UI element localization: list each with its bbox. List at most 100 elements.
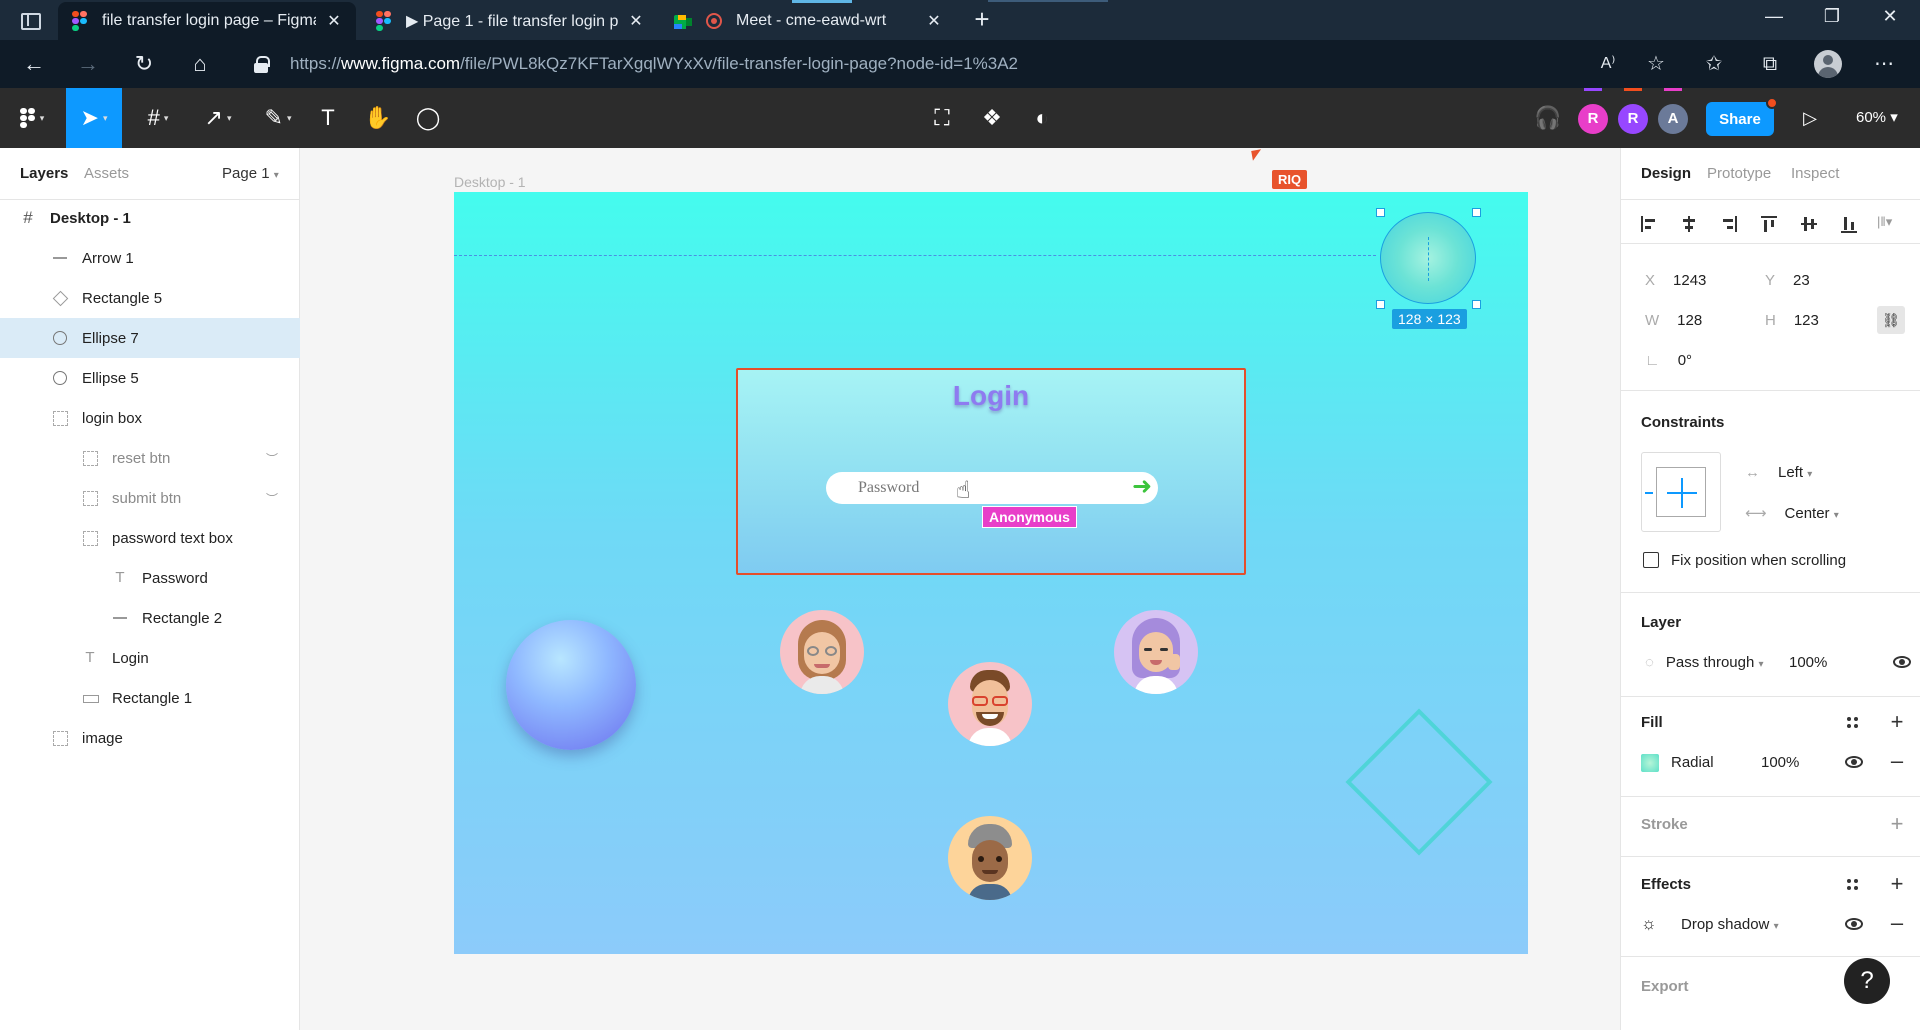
hidden-eye-icon[interactable]: ︶ [266, 490, 284, 506]
effect-visibility-eye-icon[interactable] [1845, 918, 1863, 930]
tab-assets[interactable]: Assets [84, 165, 129, 182]
browser-tab-meet[interactable]: Meet - cme-eawd-wrt ✕ [660, 2, 956, 40]
layer-row[interactable]: Desktop - 1 [0, 198, 300, 238]
shape-tool-icon[interactable]: ↗ ▾ [194, 88, 242, 148]
design-canvas[interactable]: Desktop - 1 RIQ 128 × 123 Login Password… [300, 148, 1620, 1030]
page-selector[interactable]: Page 1 ▾ [222, 165, 279, 182]
layer-row[interactable]: Ellipse 5 [0, 358, 300, 398]
add-fill-icon[interactable]: + [1889, 711, 1905, 733]
text-tool-icon[interactable]: T [304, 88, 352, 148]
pen-tool-icon[interactable]: ✎ ▾ [254, 88, 302, 148]
add-favorite-icon[interactable]: ☆ [1640, 48, 1672, 80]
rectangle-5-diamond[interactable] [1345, 708, 1493, 856]
tab-actions-icon[interactable] [14, 8, 44, 32]
collaborator-avatar[interactable]: A [1658, 104, 1688, 134]
layer-row[interactable]: submit btn ︶ [0, 478, 300, 518]
styles-grid-icon[interactable] [1847, 717, 1859, 729]
layer-row[interactable]: password text box [0, 518, 300, 558]
back-icon[interactable]: ← [18, 48, 50, 80]
fill-type[interactable]: Radial [1671, 754, 1714, 771]
contrast-icon[interactable]: ◐ [1018, 88, 1066, 148]
rotation-field[interactable]: ∟ 0° [1645, 352, 1692, 369]
layer-row[interactable]: Rectangle 1 [0, 678, 300, 718]
password-text-box[interactable]: Password ➜ [826, 472, 1158, 504]
tab-close-icon[interactable]: ✕ [628, 11, 644, 31]
tab-layers[interactable]: Layers [20, 165, 68, 182]
memoji-avatar-beanie-icon[interactable] [948, 816, 1032, 900]
tab-design[interactable]: Design [1641, 165, 1691, 182]
constrain-proportions-icon[interactable]: ⛓ [1877, 306, 1905, 334]
layer-row-selected[interactable]: Ellipse 7 [0, 318, 300, 358]
fill-visibility-eye-icon[interactable] [1845, 756, 1863, 768]
layer-row[interactable]: image [0, 718, 300, 758]
ellipse-7[interactable] [1380, 212, 1476, 304]
frame-label[interactable]: Desktop - 1 [454, 174, 526, 190]
layer-row[interactable]: Password [0, 558, 300, 598]
main-menu-icon[interactable]: ▾ [8, 88, 56, 148]
width-field[interactable]: W 128 [1645, 312, 1702, 329]
layer-visibility-eye-icon[interactable] [1893, 656, 1911, 668]
move-tool-icon[interactable]: ➤ ▾ [66, 88, 122, 148]
browser-tab-figma-file[interactable]: file transfer login page – Figma ✕ [58, 2, 356, 40]
tab-inspect[interactable]: Inspect [1791, 165, 1839, 182]
frame-tool-icon[interactable]: # ▾ [134, 88, 182, 148]
resize-handle[interactable] [1376, 208, 1385, 217]
comment-tool-icon[interactable]: ◯ [404, 88, 452, 148]
distribute-icon[interactable]: |‖▾ [1877, 214, 1897, 234]
more-icon[interactable]: ⋯ [1868, 48, 1900, 80]
layer-row[interactable]: Rectangle 2 [0, 598, 300, 638]
align-right-icon[interactable] [1719, 214, 1739, 234]
height-field[interactable]: H 123 [1765, 312, 1819, 329]
forward-icon[interactable]: → [72, 48, 104, 80]
x-field[interactable]: X 1243 [1645, 272, 1706, 289]
constraint-widget[interactable] [1641, 452, 1721, 532]
align-top-icon[interactable] [1759, 214, 1779, 234]
y-field[interactable]: Y 23 [1765, 272, 1810, 289]
reload-icon[interactable]: ↻ [128, 48, 160, 80]
ellipse-5-sphere[interactable] [506, 620, 636, 750]
login-box[interactable]: Login Password ➜ ☝ [736, 368, 1246, 575]
audio-icon[interactable]: 🎧 [1524, 88, 1572, 148]
layer-row[interactable]: Login [0, 638, 300, 678]
layer-opacity-field[interactable]: 100% [1789, 654, 1827, 671]
align-vertical-center-icon[interactable] [1799, 214, 1819, 234]
crop-icon[interactable]: ⛶ [918, 88, 966, 148]
zoom-level[interactable]: 60% ▾ [1856, 108, 1898, 126]
home-icon[interactable]: ⌂ [184, 48, 216, 80]
remove-fill-icon[interactable]: – [1889, 750, 1905, 772]
collections-icon[interactable]: ⧉ [1754, 48, 1786, 80]
effect-settings-icon[interactable]: ☼ [1641, 914, 1657, 934]
memoji-avatar-man-glasses-icon[interactable] [948, 662, 1032, 746]
layer-row[interactable]: reset btn ︶ [0, 438, 300, 478]
tab-prototype[interactable]: Prototype [1707, 165, 1771, 182]
tab-close-icon[interactable]: ✕ [926, 11, 942, 31]
layer-row[interactable]: login box [0, 398, 300, 438]
favorites-icon[interactable]: ✩ [1698, 48, 1730, 80]
new-tab-icon[interactable]: + [966, 4, 998, 36]
remove-effect-icon[interactable]: – [1889, 912, 1905, 934]
tab-close-icon[interactable]: ✕ [326, 11, 342, 31]
desktop-frame[interactable]: 128 × 123 Login Password ➜ ☝ Anonymous [454, 192, 1528, 954]
arrow-right-icon[interactable]: ➜ [1128, 474, 1156, 502]
resize-handle[interactable] [1472, 300, 1481, 309]
effect-type-select[interactable]: Drop shadow ▾ [1681, 916, 1779, 933]
hand-tool-icon[interactable]: ✋ [354, 88, 402, 148]
fix-position-checkbox[interactable] [1643, 552, 1659, 568]
resize-handle[interactable] [1472, 208, 1481, 217]
restore-icon[interactable]: ❐ [1812, 6, 1852, 27]
vertical-constraint-select[interactable]: ⟷ Center ▾ [1745, 504, 1839, 522]
memoji-avatar-purple-hair-icon[interactable] [1114, 610, 1198, 694]
url-field[interactable]: https://www.figma.com/file/PWL8kQz7KFTar… [238, 46, 1648, 82]
window-close-icon[interactable]: ✕ [1870, 6, 1910, 27]
collaborator-avatar[interactable]: R [1578, 104, 1608, 134]
add-stroke-icon[interactable]: + [1889, 813, 1905, 835]
align-horizontal-center-icon[interactable] [1679, 214, 1699, 234]
layer-row[interactable]: Arrow 1 [0, 238, 300, 278]
read-aloud-icon[interactable]: A⁾ [1592, 48, 1624, 80]
share-button[interactable]: Share [1706, 102, 1774, 136]
align-bottom-icon[interactable] [1839, 214, 1859, 234]
effect-styles-grid-icon[interactable] [1847, 879, 1859, 891]
profile-avatar[interactable] [1814, 50, 1842, 78]
align-left-icon[interactable] [1639, 214, 1659, 234]
collaborator-avatar[interactable]: R [1618, 104, 1648, 134]
